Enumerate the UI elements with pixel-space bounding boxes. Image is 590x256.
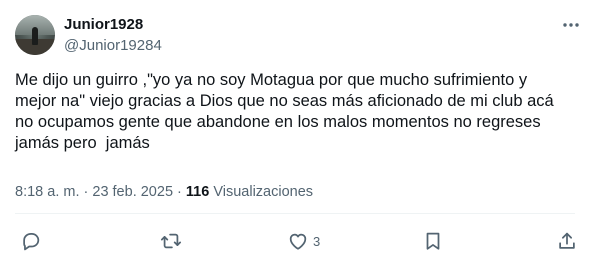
reply-bubble-icon — [23, 232, 40, 251]
meta-separator: · — [79, 184, 93, 200]
retweet-button[interactable] — [160, 229, 182, 253]
tweet-card: Junior1928 @Junior19284 Me dijo un guirr… — [0, 0, 590, 256]
bookmark-button[interactable] — [422, 229, 444, 253]
tweet-date[interactable]: 23 feb. 2025 — [92, 184, 173, 200]
avatar-figure — [32, 27, 38, 45]
avatar[interactable] — [15, 15, 55, 55]
share-button[interactable] — [556, 229, 578, 253]
tweet-text: Me dijo un guirro ,"yo ya no soy Motagua… — [15, 71, 554, 152]
like-count: 3 — [313, 233, 321, 249]
tweet-metadata: 8:18 a. m. · 23 feb. 2025 · 116 Visualiz… — [15, 182, 313, 202]
tweet-time[interactable]: 8:18 a. m. — [15, 184, 79, 200]
divider — [15, 213, 575, 214]
like-button[interactable]: 3 — [287, 229, 320, 253]
more-options-button[interactable] — [560, 15, 582, 35]
share-upload-icon — [559, 232, 575, 249]
user-handle[interactable]: @Junior19284 — [64, 36, 162, 56]
meta-separator-2: · — [173, 184, 186, 200]
more-horizontal-icon — [563, 23, 579, 27]
bookmark-icon — [426, 232, 440, 250]
heart-icon — [289, 233, 307, 250]
views-label[interactable]: Visualizaciones — [209, 184, 313, 200]
retweet-arrows-icon — [160, 233, 182, 249]
views-count[interactable]: 116 — [186, 184, 209, 200]
user-display-name[interactable]: Junior1928 — [64, 15, 143, 35]
reply-button[interactable] — [20, 229, 42, 253]
